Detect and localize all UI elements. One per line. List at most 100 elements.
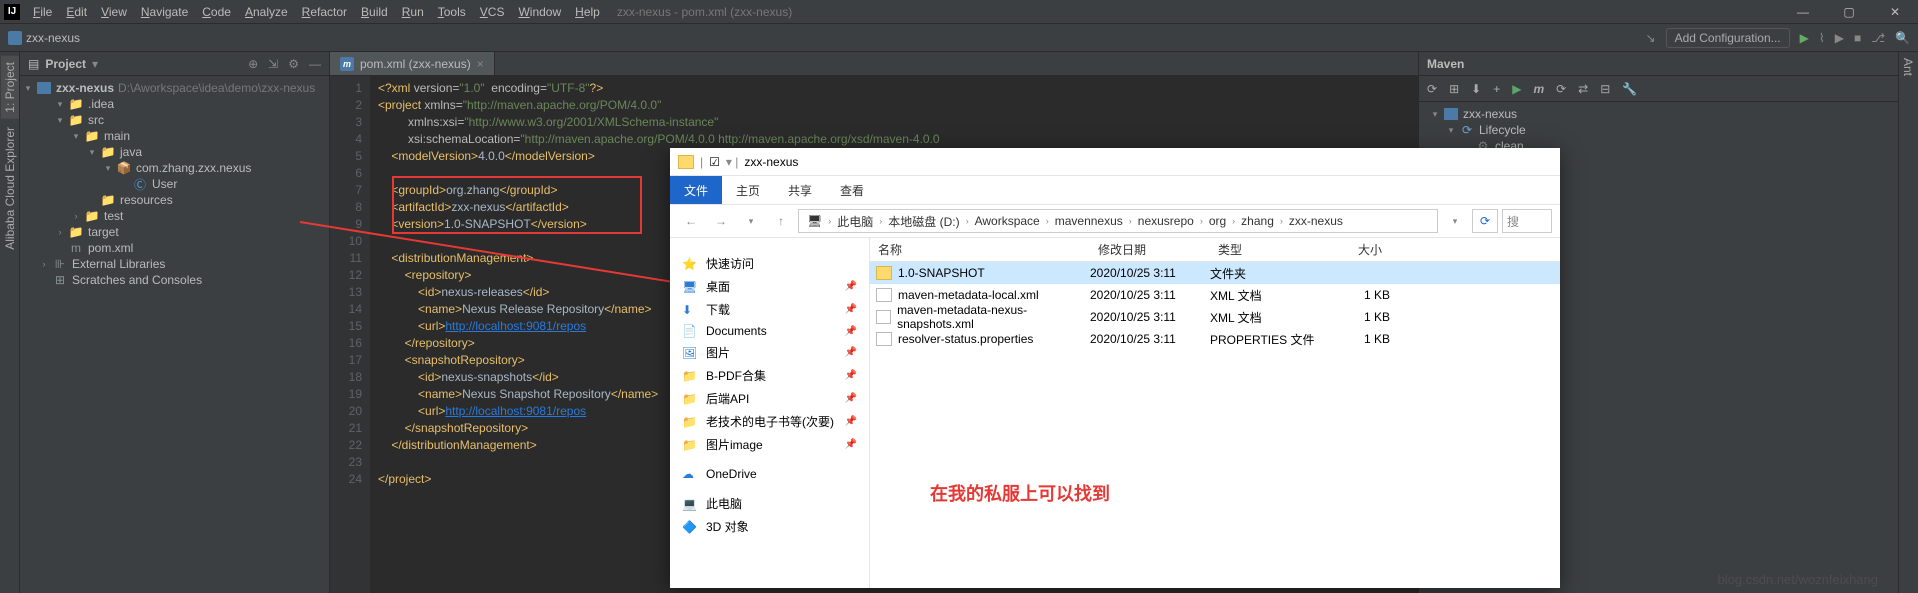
nav-item[interactable]: ☁OneDrive (670, 464, 869, 484)
ant-tool-tab[interactable]: Ant (1899, 52, 1917, 82)
nav-item[interactable]: 🔷3D 对象 (670, 515, 869, 538)
close-button[interactable]: ✕ (1872, 0, 1918, 24)
select-opened-icon[interactable]: ⊕ (248, 57, 258, 71)
search-icon[interactable]: 🔍 (1895, 31, 1910, 45)
tree-item[interactable]: mpom.xml (20, 240, 329, 256)
checkbox-icon[interactable]: ☑ (709, 155, 720, 169)
menu-edit[interactable]: Edit (59, 5, 94, 19)
settings-icon[interactable]: 🔧 (1622, 82, 1637, 96)
crumb[interactable]: mavennexus (1051, 214, 1127, 228)
expand-icon[interactable]: ⇲ (268, 57, 278, 71)
stop-icon[interactable]: ■ (1854, 31, 1861, 45)
file-row[interactable]: resolver-status.properties2020/10/25 3:1… (870, 328, 1560, 350)
dropdown-icon[interactable]: ▾ (92, 57, 98, 71)
maven-m-icon[interactable]: m (1533, 82, 1544, 96)
back-button[interactable]: ← (678, 208, 704, 234)
explorer-file-list[interactable]: 名称 修改日期 类型 大小 1.0-SNAPSHOT2020/10/25 3:1… (870, 238, 1560, 588)
close-tab-icon[interactable]: × (477, 57, 484, 71)
menu-analyze[interactable]: Analyze (238, 5, 295, 19)
menu-view[interactable]: View (94, 5, 134, 19)
debug-icon[interactable]: ⌇ (1819, 31, 1825, 45)
maven-lifecycle[interactable]: ▾⟳Lifecycle (1427, 122, 1910, 138)
build-hammer-icon[interactable]: ↘ (1646, 31, 1656, 45)
nav-item[interactable]: 💻此电脑 (670, 492, 869, 515)
tab-home[interactable]: 主页 (722, 176, 774, 204)
nav-item[interactable]: 📄Documents📌 (670, 321, 869, 341)
crumb[interactable]: 本地磁盘 (D:) (884, 213, 963, 230)
tree-item[interactable]: ›📁test (20, 208, 329, 224)
tree-item[interactable]: ⊞Scratches and Consoles (20, 272, 329, 288)
gear-icon[interactable]: ⚙ (288, 57, 299, 71)
nav-item[interactable]: 🖼图片📌 (670, 341, 869, 364)
code-line[interactable]: <project xmlns="http://maven.apache.org/… (378, 97, 1418, 114)
editor-tab[interactable]: m pom.xml (zxx-nexus) × (330, 52, 495, 75)
refresh-button[interactable]: ⟳ (1472, 209, 1498, 233)
download-icon[interactable]: ⬇ (1471, 82, 1481, 96)
address-dropdown[interactable]: ▾ (1442, 208, 1468, 234)
nav-item[interactable]: ⬇下载📌 (670, 298, 869, 321)
nav-item[interactable]: 📁图片image📌 (670, 433, 869, 456)
breadcrumb[interactable]: zxx-nexus (8, 31, 80, 45)
menu-window[interactable]: Window (511, 5, 568, 19)
git-icon[interactable]: ⎇ (1871, 31, 1885, 45)
tree-item[interactable]: ▾📁.idea (20, 96, 329, 112)
col-date[interactable]: 修改日期 (1090, 241, 1210, 258)
nav-item[interactable]: ⭐快速访问 (670, 252, 869, 275)
tree-root[interactable]: ▾ zxx-nexus D:\Aworkspace\idea\demo\zxx-… (20, 80, 329, 96)
col-type[interactable]: 类型 (1210, 241, 1330, 258)
explorer-titlebar[interactable]: | ☑ ▾ | zxx-nexus (670, 148, 1560, 176)
crumb[interactable]: 此电脑 (833, 213, 877, 230)
menu-refactor[interactable]: Refactor (295, 5, 354, 19)
history-button[interactable]: ▾ (738, 208, 764, 234)
nav-item[interactable]: 🖥桌面📌 (670, 275, 869, 298)
run-icon[interactable]: ▶ (1512, 82, 1521, 96)
col-name[interactable]: 名称 (870, 241, 1090, 258)
code-line[interactable]: xsi:schemaLocation="http://maven.apache.… (378, 131, 1418, 148)
reload-icon[interactable]: ⟳ (1427, 82, 1437, 96)
tree-item[interactable]: ⒸUser (20, 176, 329, 192)
tree-item[interactable]: ›⊪External Libraries (20, 256, 329, 272)
offline-icon[interactable]: ⇄ (1578, 82, 1588, 96)
menu-tools[interactable]: Tools (431, 5, 473, 19)
explorer-nav-pane[interactable]: ⭐快速访问🖥桌面📌⬇下载📌📄Documents📌🖼图片📌📁B-PDF合集📌📁后端… (670, 238, 870, 588)
menu-run[interactable]: Run (395, 5, 431, 19)
tree-item[interactable]: ▾📦com.zhang.zxx.nexus (20, 160, 329, 176)
crumb[interactable]: nexusrepo (1134, 214, 1198, 228)
add-icon[interactable]: + (1493, 82, 1500, 96)
file-row[interactable]: 1.0-SNAPSHOT2020/10/25 3:11文件夹 (870, 262, 1560, 284)
col-size[interactable]: 大小 (1330, 241, 1390, 258)
tree-item[interactable]: ▾📁java (20, 144, 329, 160)
nav-item[interactable]: 📁老技术的电子书等(次要)📌 (670, 410, 869, 433)
file-row[interactable]: maven-metadata-nexus-snapshots.xml2020/1… (870, 306, 1560, 328)
tab-view[interactable]: 查看 (826, 176, 878, 204)
tree-item[interactable]: ›📁target (20, 224, 329, 240)
maximize-button[interactable]: ▢ (1826, 0, 1872, 24)
code-line[interactable]: <?xml version="1.0" encoding="UTF-8"?> (378, 80, 1418, 97)
hide-icon[interactable]: — (309, 57, 321, 71)
menu-build[interactable]: Build (354, 5, 395, 19)
crumb[interactable]: zxx-nexus (1285, 214, 1347, 228)
generate-icon[interactable]: ⊞ (1449, 82, 1459, 96)
project-tree[interactable]: ▾ zxx-nexus D:\Aworkspace\idea\demo\zxx-… (20, 76, 329, 593)
menu-file[interactable]: File (26, 5, 59, 19)
minimize-button[interactable]: — (1780, 0, 1826, 24)
toggle-icon[interactable]: ⟳ (1556, 82, 1566, 96)
alibaba-tool-tab[interactable]: Alibaba Cloud Explorer (1, 121, 19, 256)
crumb[interactable]: zhang (1237, 214, 1278, 228)
collapse-icon[interactable]: ⊟ (1600, 82, 1610, 96)
crumb[interactable]: Aworkspace (971, 214, 1044, 228)
menu-navigate[interactable]: Navigate (134, 5, 195, 19)
nav-item[interactable]: 📁后端API📌 (670, 387, 869, 410)
address-crumbs[interactable]: 🖥›此电脑›本地磁盘 (D:)›Aworkspace›mavennexus›ne… (798, 209, 1438, 233)
column-headers[interactable]: 名称 修改日期 类型 大小 (870, 238, 1560, 262)
menu-help[interactable]: Help (568, 5, 607, 19)
search-input[interactable]: 搜 (1502, 209, 1552, 233)
crumb[interactable]: org (1205, 214, 1230, 228)
tree-item[interactable]: ▾📁src (20, 112, 329, 128)
menu-vcs[interactable]: VCS (473, 5, 512, 19)
forward-button[interactable]: → (708, 208, 734, 234)
tab-file[interactable]: 文件 (670, 176, 722, 204)
maven-root[interactable]: ▾zxx-nexus (1427, 106, 1910, 122)
tree-item[interactable]: 📁resources (20, 192, 329, 208)
tree-item[interactable]: ▾📁main (20, 128, 329, 144)
